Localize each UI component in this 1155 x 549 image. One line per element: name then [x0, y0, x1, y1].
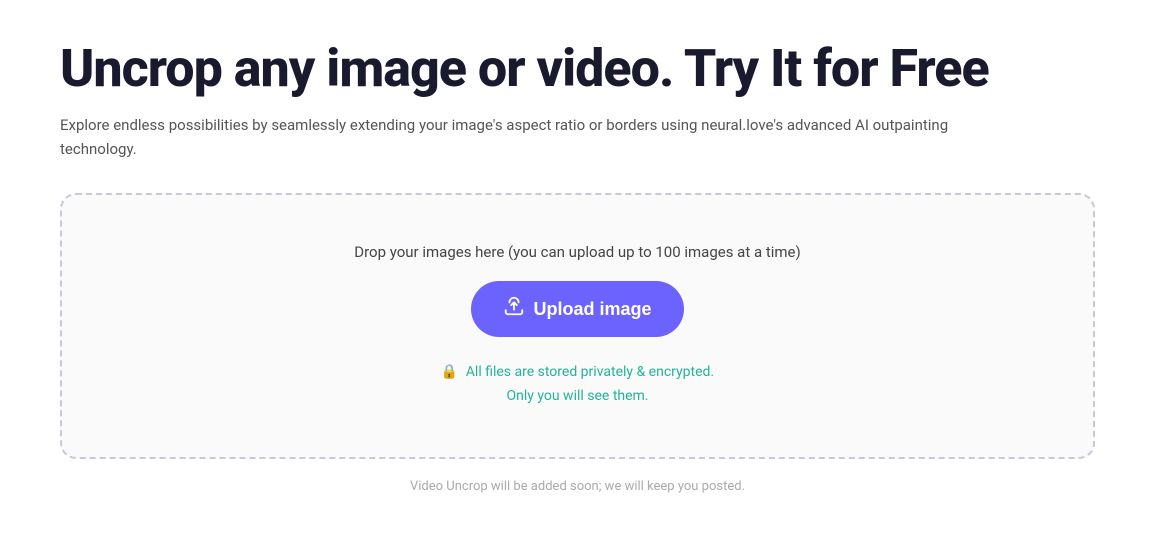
- privacy-line2: Only you will see them.: [507, 388, 649, 404]
- privacy-notice: 🔒 All files are stored privately & encry…: [102, 361, 1053, 409]
- lock-icon: 🔒: [441, 364, 458, 380]
- drop-instruction: Drop your images here (you can upload up…: [102, 243, 1053, 261]
- privacy-line1: All files are stored privately & encrypt…: [466, 364, 714, 380]
- footer-note: Video Uncrop will be added soon; we will…: [60, 479, 1095, 494]
- upload-dropzone[interactable]: Drop your images here (you can upload up…: [60, 193, 1095, 459]
- page-subtitle: Explore endless possibilities by seamles…: [60, 113, 980, 161]
- upload-icon: [503, 295, 525, 323]
- upload-button-label: Upload image: [533, 299, 651, 320]
- upload-button[interactable]: Upload image: [471, 281, 683, 337]
- page-title: Uncrop any image or video. Try It for Fr…: [60, 40, 1095, 97]
- page-wrapper: Uncrop any image or video. Try It for Fr…: [60, 40, 1095, 494]
